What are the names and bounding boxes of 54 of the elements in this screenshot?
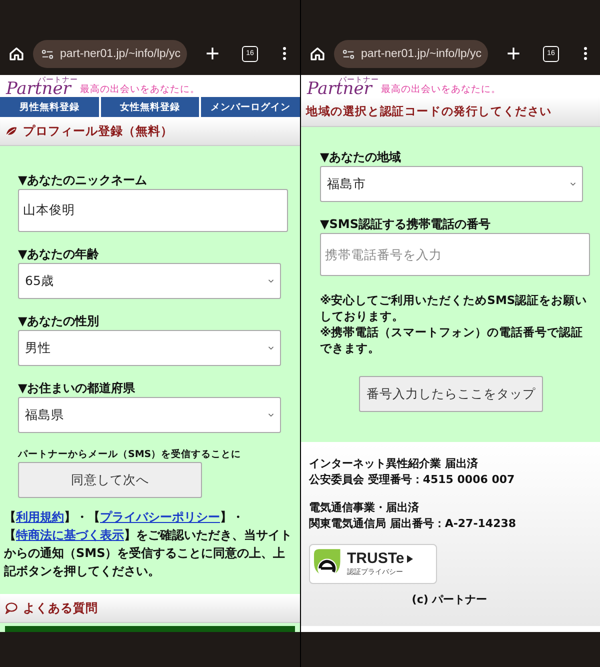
terms-link[interactable]: プライバシーポリシー [100,510,220,524]
url-text: part-ner01.jp/~info/lp/yc [60,48,180,60]
field-label: ▼あなたの地域 [320,149,402,165]
site-settings-icon[interactable] [342,48,355,60]
field-label: ▼あなたの性別 [18,313,100,329]
tagline: 最高の出会いをあなたに。 [80,83,200,97]
select-field[interactable]: 男性 [18,330,281,366]
submit-button[interactable]: 番号入力したらここをタップ [359,376,543,412]
section-title: プロフィール登録（無料） [23,122,173,140]
site-settings-icon[interactable] [41,48,54,60]
registration-text: インターネット異性紹介業 届出済 [309,456,479,472]
copyright-text: (c) パートナー [412,592,488,607]
chevron-icon [570,182,576,186]
play-icon [407,555,414,563]
section-title: よくある質問 [23,600,98,616]
registration-text: 公安委員会 受理番号：4515 0006 007 [309,472,516,488]
registration-text: 関東電気通信局 届出番号：A-27-14238 [309,516,518,532]
terms-paragraph: 【利用規約】・【プライバシーポリシー】・【特商法に基づく表示】をご確認いただき、当サイトからの通知（SMS）を受信することに同意の上、上記ボタンを押してください。 [4,509,293,580]
address-bar[interactable]: part-ner01.jp/~info/lp/yc [33,40,187,68]
nickname-field[interactable]: 山本俊明 [18,189,288,232]
note-text: ※安心してご利用いただくためSMS認証をお願いしております。 [320,292,588,324]
leaf-icon [5,125,18,137]
menu-icon[interactable] [282,46,287,61]
chevron-icon [268,346,274,350]
select-field[interactable]: 福島市 [320,166,583,202]
chevron-icon [268,413,274,417]
select-field[interactable]: 65歳 [18,263,281,299]
terms-link[interactable]: 利用規約 [16,510,64,524]
field-label: ▼あなたの年齢 [18,246,100,262]
home-icon[interactable] [8,45,25,62]
field-label: ▼SMS認証する携帯電話の番号 [320,216,492,232]
speech-bubble-icon [5,602,18,614]
nav-button[interactable]: メンバーログイン [201,97,300,117]
terms-link[interactable]: 特商法に基づく表示 [16,528,124,542]
address-bar[interactable]: part-ner01.jp/~info/lp/yc [334,40,488,68]
home-icon[interactable] [309,45,326,62]
note-text: ※携帯電話（スマートフォン）の電話番号で認証できます。 [320,324,584,356]
new-tab-icon[interactable] [205,46,220,61]
consent-note: パートナーからメール（SMS）を受信することに [18,448,242,461]
registration-text: 電気通信事業・届出済 [309,500,420,516]
nav-button[interactable]: 男性無料登録 [0,97,99,117]
seal-wordmark: TRUSTe [347,551,404,567]
new-tab-icon[interactable] [506,46,521,61]
menu-icon[interactable] [583,46,588,61]
section-title: 地域の選択と認証コードの発行してください [306,104,552,119]
submit-button[interactable]: 同意して次へ [18,462,202,498]
field-label: ▼あなたのニックネーム [18,172,148,188]
url-text: part-ner01.jp/~info/lp/yc [361,48,482,60]
field-label: ▼お住まいの都道府県 [18,380,136,396]
nav-button[interactable]: 女性無料登録 [100,97,200,117]
phone-field[interactable]: 携帯電話番号を入力 [320,233,590,276]
select-field[interactable]: 福島県 [18,397,281,433]
tagline: 最高の出会いをあなたに。 [381,83,501,97]
chevron-icon [268,279,274,283]
